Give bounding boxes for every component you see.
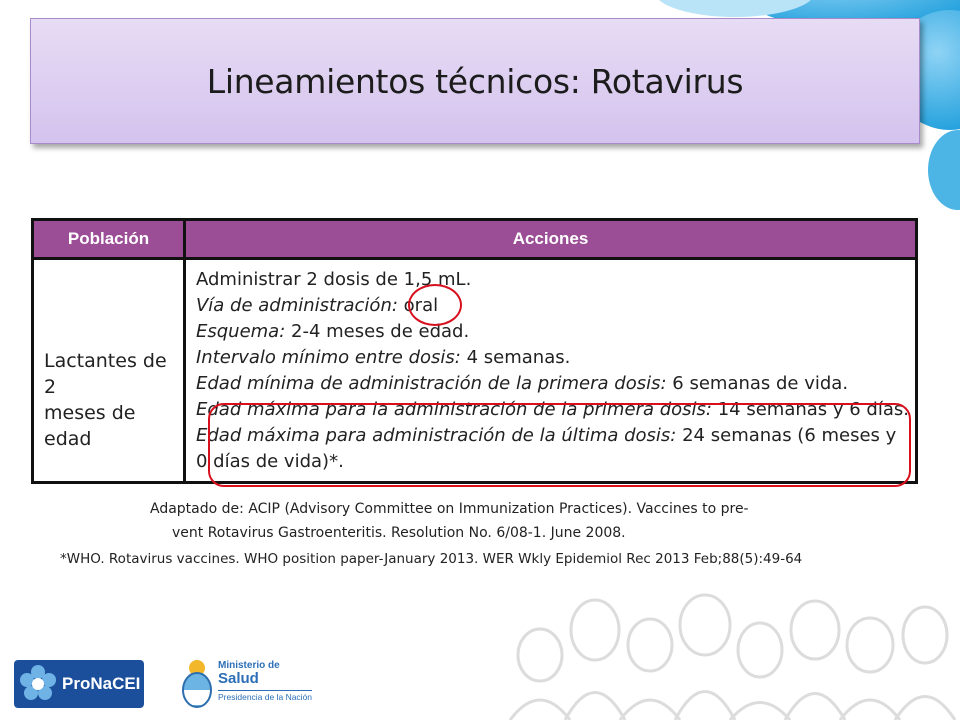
header-poblacion: Población bbox=[32, 219, 186, 260]
action-line: Administrar 2 dosis de 1,5 mL. bbox=[196, 267, 909, 293]
action-label: Vía de administración: bbox=[195, 295, 398, 316]
action-label: Edad máxima para administración de la úl… bbox=[195, 425, 677, 446]
action-text: 24 semanas (6 meses y bbox=[682, 425, 897, 446]
action-line: Edad mínima de administración de la prim… bbox=[196, 371, 909, 397]
pronacei-logo: ProNaCEI bbox=[14, 660, 144, 708]
action-text: 4 semanas. bbox=[466, 347, 571, 368]
action-label: Edad mínima de administración de la prim… bbox=[195, 373, 667, 394]
action-text: 0 días de vida)*. bbox=[195, 451, 344, 472]
table-row: Lactantes de 2 meses de edad Administrar… bbox=[32, 258, 917, 483]
action-line: Vía de administración: oral bbox=[196, 293, 909, 319]
action-text: oral bbox=[403, 295, 439, 316]
action-line: Intervalo mínimo entre dosis: 4 semanas. bbox=[196, 345, 909, 371]
reference-acip-2: vent Rotavirus Gastroenteritis. Resoluti… bbox=[172, 525, 626, 541]
decorative-people-drawing bbox=[508, 593, 957, 720]
action-text: Administrar 2 dosis de 1,5 mL. bbox=[195, 269, 472, 290]
action-label: Intervalo mínimo entre dosis: bbox=[195, 347, 461, 368]
action-line: Edad máxima para la administración de la… bbox=[196, 397, 909, 423]
flower-icon bbox=[20, 665, 56, 700]
title-banner: Lineamientos técnicos: Rotavirus bbox=[30, 18, 920, 144]
guidelines-table: Población Acciones Lactantes de 2 meses … bbox=[31, 218, 918, 484]
actions-cell: Administrar 2 dosis de 1,5 mL. Vía de ad… bbox=[184, 259, 916, 483]
population-line-1: Lactantes de 2 bbox=[44, 350, 167, 398]
reference-acip-1: Adaptado de: ACIP (Advisory Committee on… bbox=[150, 501, 749, 517]
pronacei-text: ProNaCEI bbox=[62, 674, 141, 693]
action-text: 2-4 meses de edad. bbox=[291, 321, 470, 342]
action-line: Edad máxima para administración de la úl… bbox=[196, 423, 909, 449]
action-text: 14 semanas y 6 días. bbox=[717, 399, 909, 420]
action-label: Esquema: bbox=[195, 321, 286, 342]
ministerio-logo: Ministerio de Salud Presidencia de la Na… bbox=[180, 656, 320, 712]
ministerio-line-3: Presidencia de la Nación bbox=[218, 690, 313, 702]
slide-title: Lineamientos técnicos: Rotavirus bbox=[206, 61, 744, 101]
population-cell: Lactantes de 2 meses de edad bbox=[32, 258, 186, 483]
coat-of-arms-icon bbox=[182, 660, 212, 708]
ministerio-line-2: Salud bbox=[218, 670, 259, 687]
action-text: 6 semanas de vida. bbox=[672, 373, 849, 394]
header-acciones: Acciones bbox=[184, 219, 917, 260]
action-line: 0 días de vida)*. bbox=[196, 449, 909, 475]
action-line: Esquema: 2-4 meses de edad. bbox=[196, 319, 909, 345]
action-label: Edad máxima para la administración de la… bbox=[195, 399, 712, 420]
reference-who: *WHO. Rotavirus vaccines. WHO position p… bbox=[60, 551, 803, 567]
population-line-2: meses de edad bbox=[44, 402, 136, 450]
table-header-row: Población Acciones bbox=[32, 219, 917, 260]
